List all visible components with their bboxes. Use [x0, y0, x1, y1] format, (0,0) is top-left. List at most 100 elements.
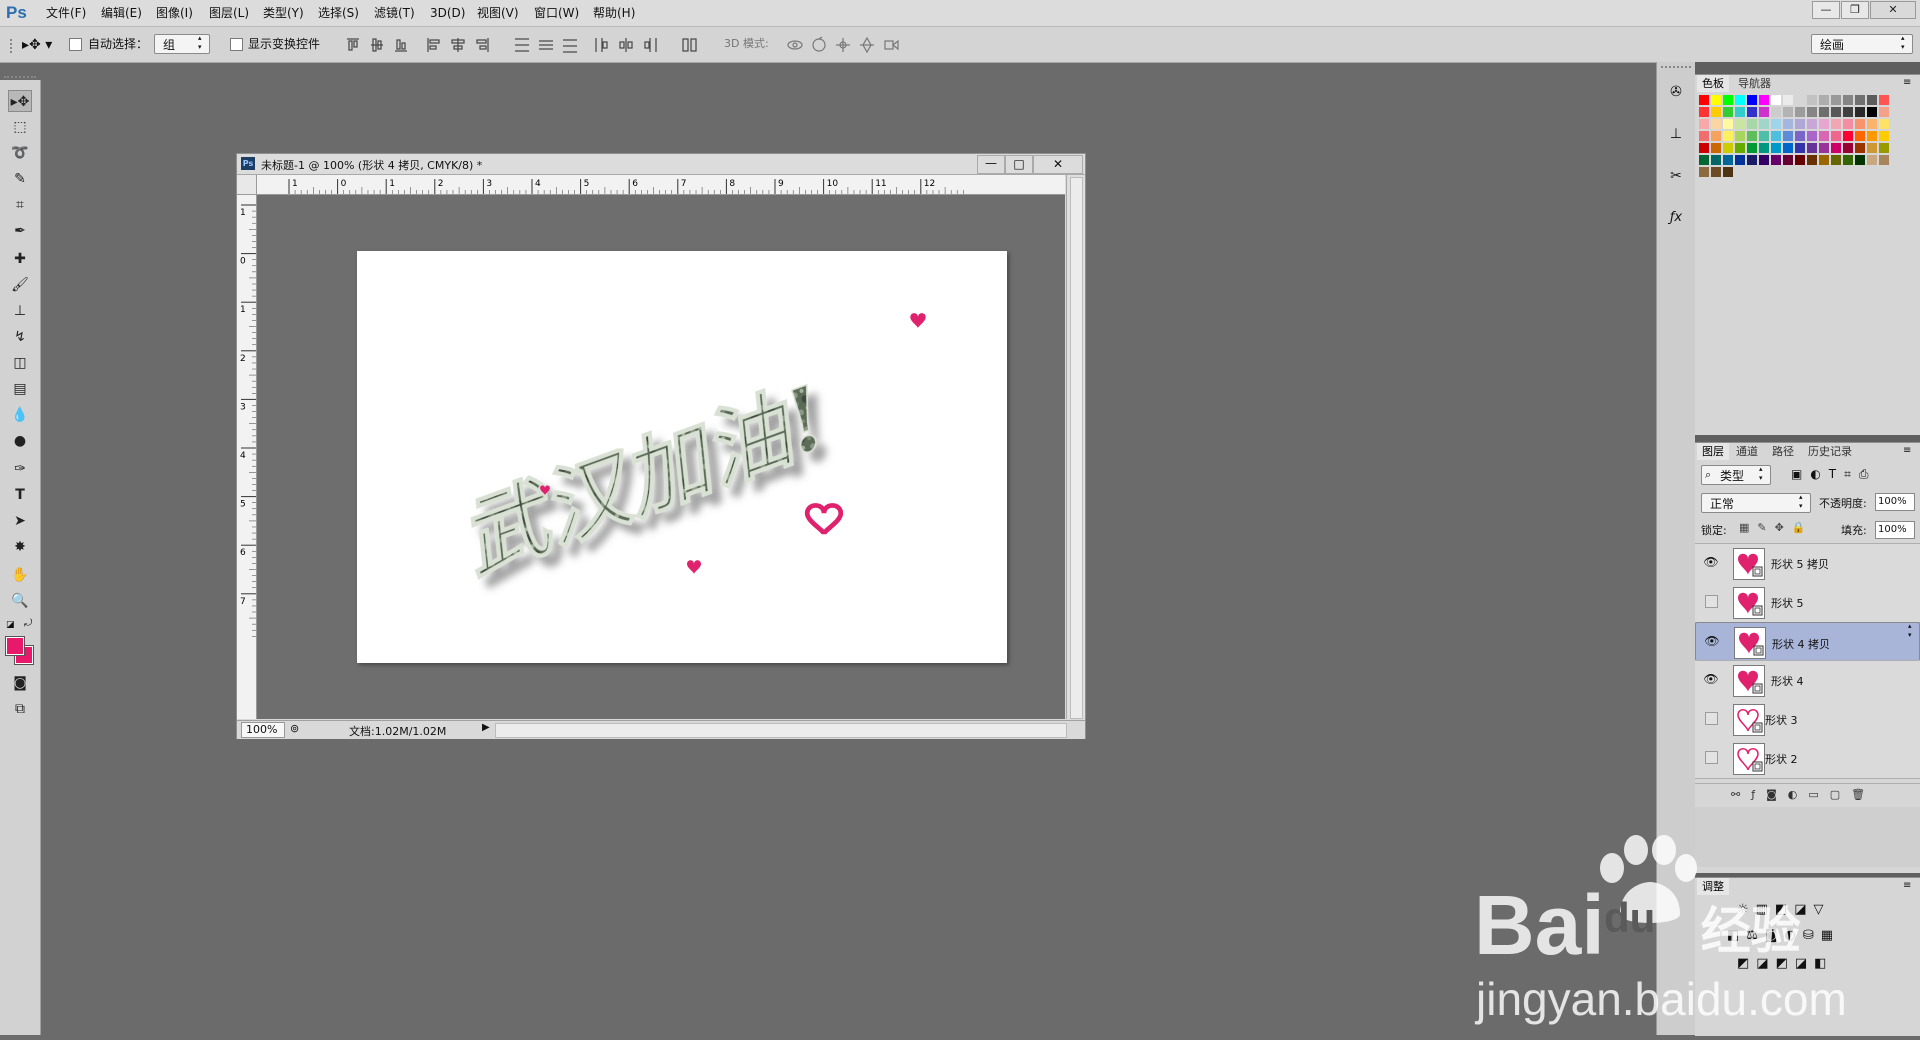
color-swatch[interactable]	[1735, 119, 1745, 129]
layer-row[interactable]: 形状 5	[1695, 583, 1920, 623]
color-swatch[interactable]	[1819, 131, 1829, 141]
hand-tool-icon[interactable]: ✋	[8, 564, 32, 586]
healing-brush-tool-icon[interactable]: ✚	[8, 248, 32, 270]
tab-history[interactable]: 历史记录	[1803, 443, 1857, 460]
color-swatch[interactable]	[1771, 143, 1781, 153]
color-swatch[interactable]	[1795, 119, 1805, 129]
color-swatch[interactable]	[1723, 107, 1733, 117]
color-swatch[interactable]	[1711, 167, 1721, 177]
blur-tool-icon[interactable]: 💧	[8, 404, 32, 426]
swap-colors-icon[interactable]: ⤾	[24, 618, 32, 629]
color-swatch[interactable]	[1711, 107, 1721, 117]
color-swatch[interactable]	[1831, 131, 1841, 141]
styles-icon[interactable]: ƒx	[1665, 210, 1687, 232]
color-swatch[interactable]	[1783, 143, 1793, 153]
color-swatch[interactable]	[1807, 143, 1817, 153]
vertical-scrollbar[interactable]	[1066, 175, 1085, 719]
color-swatch[interactable]	[1819, 107, 1829, 117]
crop-tool-icon[interactable]: ⌗	[8, 194, 32, 216]
move-tool-icon[interactable]: ▸✥	[8, 90, 32, 112]
ruler-origin[interactable]	[237, 175, 257, 195]
color-swatch[interactable]	[1735, 107, 1745, 117]
status-menu-arrow-icon[interactable]: ▶	[482, 722, 490, 733]
color-swatch[interactable]	[1759, 155, 1769, 165]
document-titlebar[interactable]: Ps 未标题-1 @ 100% (形状 4 拷贝, CMYK/8) * — □ …	[237, 154, 1085, 175]
color-swatch[interactable]	[1819, 143, 1829, 153]
lock-icons[interactable]: ▦✎✥🔒	[1739, 521, 1814, 534]
eraser-tool-icon[interactable]: ◫	[8, 352, 32, 374]
close-button[interactable]: ✕	[1870, 1, 1916, 19]
status-icon[interactable]: ⊚	[290, 722, 299, 735]
layer-row[interactable]: 👁 形状 4 拷贝	[1695, 622, 1920, 661]
tool-presets-icon[interactable]: ✂	[1665, 168, 1687, 190]
color-swatch[interactable]	[1699, 167, 1709, 177]
color-swatch[interactable]	[1843, 119, 1853, 129]
panel-menu-icon[interactable]: ≡	[1903, 77, 1911, 88]
color-swatch[interactable]	[1735, 155, 1745, 165]
color-swatch[interactable]	[1759, 119, 1769, 129]
color-swatch[interactable]	[1747, 131, 1757, 141]
color-swatch[interactable]	[1819, 155, 1829, 165]
dodge-tool-icon[interactable]: ●	[8, 430, 32, 452]
color-swatch[interactable]	[1855, 107, 1865, 117]
move-tool-preset-icon[interactable]: ▸✥ ▾	[22, 35, 58, 55]
color-swatch[interactable]	[1699, 143, 1709, 153]
color-swatch[interactable]	[1807, 119, 1817, 129]
brush-tool-icon[interactable]: 🖌	[8, 274, 32, 296]
pen-tool-icon[interactable]: ✑	[8, 458, 32, 480]
color-swatch[interactable]	[1723, 131, 1733, 141]
color-swatch[interactable]	[1831, 95, 1841, 105]
color-swatch[interactable]	[1747, 143, 1757, 153]
clone-stamp-tool-icon[interactable]: ⊥	[8, 300, 32, 322]
layer-row[interactable]: 形状 2	[1695, 739, 1920, 779]
color-swatch[interactable]	[1711, 131, 1721, 141]
fill-field[interactable]: 100%	[1875, 521, 1915, 539]
custom-shape-tool-icon[interactable]: ✸	[8, 536, 32, 558]
color-swatch[interactable]	[1855, 143, 1865, 153]
color-swatch[interactable]	[1747, 155, 1757, 165]
opacity-field[interactable]: 100%	[1875, 493, 1915, 511]
color-swatch[interactable]	[1711, 95, 1721, 105]
color-swatch[interactable]	[1795, 95, 1805, 105]
eyedropper-tool-icon[interactable]: ✒	[8, 220, 32, 242]
color-swatch[interactable]	[1699, 95, 1709, 105]
show-transform-checkbox[interactable]	[230, 38, 243, 51]
color-swatch[interactable]	[1879, 95, 1889, 105]
color-swatch[interactable]	[1879, 131, 1889, 141]
menu-view[interactable]: 视图(V)	[477, 0, 519, 26]
color-swatch[interactable]	[1867, 131, 1877, 141]
color-swatch[interactable]	[1771, 131, 1781, 141]
visibility-toggle[interactable]	[1705, 712, 1718, 725]
visibility-toggle[interactable]	[1705, 751, 1718, 764]
3d-mode-buttons[interactable]	[786, 36, 904, 54]
color-swatch[interactable]	[1759, 131, 1769, 141]
tab-paths[interactable]: 路径	[1767, 443, 1799, 460]
color-swatch[interactable]	[1735, 95, 1745, 105]
color-swatch[interactable]	[1771, 119, 1781, 129]
clone-source-icon[interactable]: ⊥	[1665, 126, 1687, 148]
tab-swatches[interactable]: 色板	[1697, 75, 1729, 92]
color-swatch[interactable]	[1867, 95, 1877, 105]
color-swatch[interactable]	[1819, 95, 1829, 105]
visibility-eye-icon[interactable]: 👁	[1704, 633, 1720, 649]
color-swatch[interactable]	[1711, 143, 1721, 153]
scroll-thumb[interactable]	[1070, 177, 1083, 719]
color-swatch[interactable]	[1879, 119, 1889, 129]
visibility-eye-icon[interactable]: 👁	[1703, 554, 1719, 570]
horizontal-scrollbar[interactable]	[495, 723, 1067, 738]
align-buttons-group[interactable]	[345, 36, 705, 54]
color-swatch[interactable]	[1867, 107, 1877, 117]
tab-navigator[interactable]: 导航器	[1733, 75, 1776, 92]
layer-row[interactable]: 👁 形状 5 拷贝	[1695, 544, 1920, 584]
color-swatch[interactable]	[1759, 143, 1769, 153]
marquee-tool-icon[interactable]: ⬚	[8, 116, 32, 138]
color-swatch[interactable]	[1879, 107, 1889, 117]
layers-footer-buttons[interactable]: ⚯ƒ◙◐▭▢🗑	[1695, 783, 1920, 805]
quick-mask-icon[interactable]: ◙	[8, 672, 32, 694]
color-swatch[interactable]	[1771, 155, 1781, 165]
minimize-button[interactable]: —	[1812, 1, 1840, 19]
color-swatch[interactable]	[1735, 131, 1745, 141]
type-tool-icon[interactable]: T	[8, 484, 32, 506]
visibility-toggle[interactable]	[1705, 595, 1718, 608]
menu-edit[interactable]: 编辑(E)	[101, 0, 142, 26]
